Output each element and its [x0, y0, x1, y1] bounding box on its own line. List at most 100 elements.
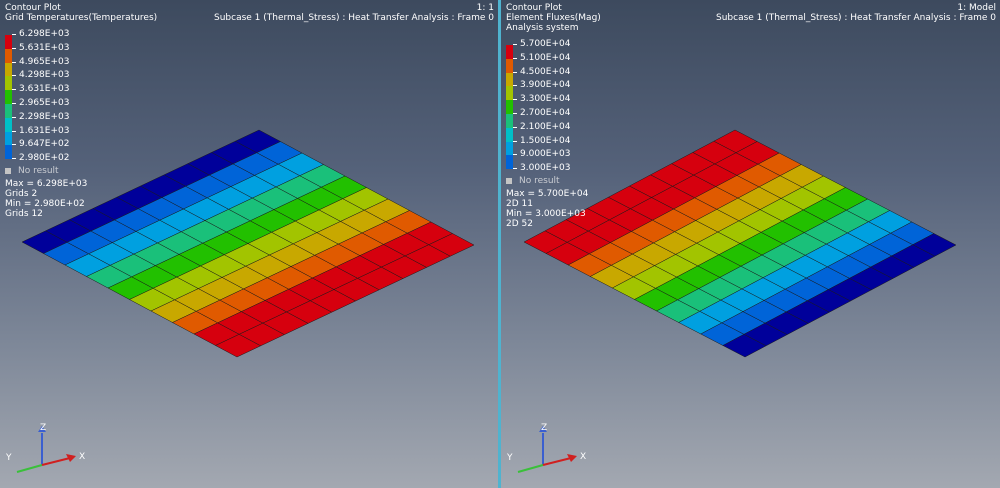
result-type-label: Grid Temperatures(Temperatures)	[5, 13, 158, 23]
legend-label: 2.100E+04	[520, 121, 571, 132]
legend-label: 2.980E+02	[19, 153, 70, 164]
legend-label: 3.300E+04	[520, 94, 571, 105]
result-stats: Max = 5.700E+04 2D 11 Min = 3.000E+03 2D…	[506, 189, 588, 229]
legend-tick	[12, 89, 16, 91]
y-axis-line	[16, 464, 43, 473]
legend-swatch	[5, 76, 12, 91]
axis-triad: Z Y X	[506, 423, 586, 473]
legend-tick	[12, 47, 16, 49]
legend-tick	[12, 130, 16, 132]
legend-label: 2.965E+03	[19, 97, 70, 108]
legend-label: 5.631E+03	[19, 42, 70, 53]
legend-swatch	[506, 155, 513, 170]
max-value: Max = 5.700E+04	[506, 189, 589, 199]
max-value: Max = 6.298E+03	[5, 179, 88, 189]
right-header: Contour Plot Element Fluxes(Mag) Analysi…	[506, 3, 601, 33]
legend-swatch	[506, 45, 513, 59]
no-result-swatch	[5, 167, 11, 174]
x-axis-label: X	[79, 452, 85, 462]
legend-label: 6.298E+03	[19, 29, 70, 39]
max-location: Grids 2	[5, 189, 38, 199]
right-header-right: 1: Model Subcase 1 (Thermal_Stress) : He…	[716, 3, 996, 23]
legend-label: 1.500E+04	[520, 135, 571, 146]
legend-tick	[12, 75, 16, 77]
y-axis-line	[517, 464, 544, 473]
legend-tick	[513, 99, 517, 101]
legend-tick	[513, 57, 517, 59]
legend-label: 2.700E+04	[520, 107, 571, 118]
frame-label: 1: Model	[957, 3, 996, 13]
legend-label: 3.000E+03	[520, 163, 571, 174]
legend-swatch	[5, 90, 12, 105]
legend-swatch	[506, 58, 513, 73]
no-result-legend: No result	[506, 176, 560, 186]
min-location: 2D 52	[506, 219, 533, 229]
frame-label: 1: 1	[476, 3, 494, 13]
legend-label: 4.298E+03	[19, 70, 70, 81]
legend-tick	[12, 61, 16, 63]
legend-swatch	[5, 62, 12, 77]
y-axis-label: Y	[5, 453, 12, 463]
legend-tick	[513, 112, 517, 114]
temperature-contour-plate[interactable]	[0, 0, 498, 488]
min-value: Min = 2.980E+02	[5, 199, 85, 209]
legend-label: 4.965E+03	[19, 56, 70, 67]
legend-swatch	[506, 141, 513, 156]
legend-tick	[513, 154, 517, 156]
plot-title: Contour Plot	[506, 3, 562, 13]
z-axis-label: Z	[541, 423, 547, 433]
legend-swatch	[506, 100, 513, 115]
legend-swatch	[5, 48, 12, 63]
legend-tick	[12, 144, 16, 146]
legend-label: 9.647E+02	[19, 139, 70, 150]
legend-label: 4.500E+04	[520, 66, 571, 77]
legend-swatch	[5, 145, 12, 160]
no-result-label: No result	[519, 176, 560, 186]
legend-label: 5.700E+04	[520, 39, 571, 49]
legend-tick	[513, 44, 517, 45]
legend-label: 1.631E+03	[19, 125, 70, 136]
legend-swatch	[5, 35, 12, 49]
legend-swatch	[5, 117, 12, 132]
legend-label: 9.000E+03	[520, 149, 571, 160]
flux-contour-plate[interactable]	[501, 0, 1000, 488]
legend-swatch	[506, 72, 513, 87]
legend-swatch	[5, 131, 12, 146]
legend-tick	[513, 85, 517, 87]
left-header-right: 1: 1 Subcase 1 (Thermal_Stress) : Heat T…	[214, 3, 494, 23]
legend-tick	[12, 34, 16, 35]
left-header: Contour Plot Grid Temperatures(Temperatu…	[5, 3, 157, 23]
legend-tick	[12, 158, 16, 160]
legend-tick	[12, 102, 16, 104]
no-result-swatch	[506, 177, 512, 184]
legend-tick	[513, 168, 517, 170]
no-result-label: No result	[18, 166, 59, 176]
y-axis-label: Y	[506, 453, 513, 463]
graphics-area[interactable]: Contour Plot Grid Temperatures(Temperatu…	[0, 0, 1000, 488]
legend-swatch	[506, 127, 513, 142]
legend-swatch	[5, 103, 12, 118]
no-result-legend: No result	[5, 166, 59, 176]
legend-label: 2.298E+03	[19, 111, 70, 122]
legend-label: 5.100E+04	[520, 52, 571, 63]
legend-tick	[513, 140, 517, 142]
result-stats: Max = 6.298E+03 Grids 2 Min = 2.980E+02 …	[5, 179, 87, 219]
min-location: Grids 12	[5, 209, 43, 219]
min-value: Min = 3.000E+03	[506, 209, 586, 219]
subcase-label: Subcase 1 (Thermal_Stress) : Heat Transf…	[214, 13, 494, 23]
legend-label: 3.631E+03	[19, 84, 70, 95]
left-viewport[interactable]: Contour Plot Grid Temperatures(Temperatu…	[0, 0, 498, 488]
z-axis-label: Z	[40, 423, 46, 433]
max-location: 2D 11	[506, 199, 533, 209]
legend-tick	[513, 71, 517, 73]
system-label: Analysis system	[506, 23, 579, 33]
legend-label: 3.900E+04	[520, 80, 571, 91]
plot-title: Contour Plot	[5, 3, 61, 13]
legend-tick	[12, 116, 16, 118]
legend-swatch	[506, 86, 513, 101]
right-viewport[interactable]: Contour Plot Element Fluxes(Mag) Analysi…	[501, 0, 1000, 488]
result-type-label: Element Fluxes(Mag)	[506, 13, 601, 23]
legend-swatch	[506, 113, 513, 128]
x-axis-label: X	[580, 452, 586, 462]
legend-tick	[513, 126, 517, 128]
